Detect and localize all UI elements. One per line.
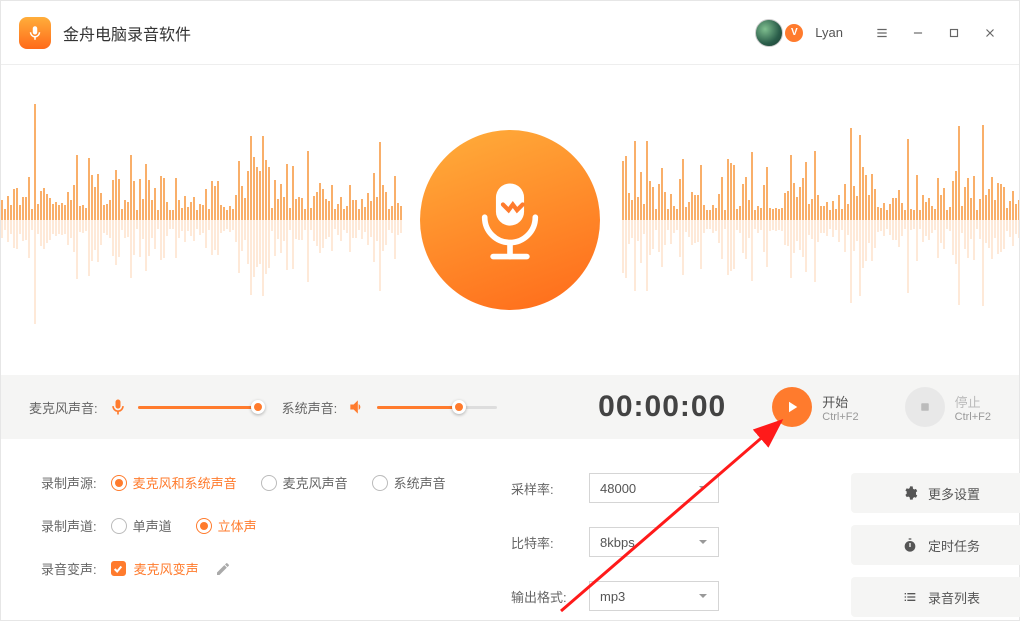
checkbox-mic-fx[interactable]: 麦克风变声 (111, 559, 199, 578)
maximize-icon (947, 26, 961, 40)
timed-task-button[interactable]: 定时任务 (851, 525, 1020, 565)
elapsed-timer: 00:00:00 (598, 390, 726, 424)
microphone-icon (465, 175, 555, 265)
stop-record-label: 停止 (955, 392, 991, 411)
vip-badge: V (785, 24, 803, 42)
record-channel-row: 录制声道: 单声道 立体声 (41, 516, 511, 535)
bitrate-label: 比特率: (511, 533, 575, 552)
radio-label: 立体声 (218, 516, 257, 535)
bitrate-row: 比特率: 8kbps (511, 527, 851, 557)
mic-icon (26, 24, 44, 42)
close-button[interactable] (975, 21, 1005, 45)
app-title: 金舟电脑录音软件 (63, 21, 191, 45)
slider-fill (377, 406, 459, 409)
settings-left-column: 录制声源: 麦克风和系统声音 麦克风声音 系统声音 录制声道: 单声道 (41, 473, 511, 617)
system-level-slider[interactable] (377, 406, 497, 409)
list-icon (902, 589, 918, 605)
record-channel-label: 录制声道: (41, 516, 97, 535)
app-logo (19, 17, 51, 49)
radio-label: 系统声音 (394, 473, 446, 492)
radio-mic-and-system[interactable]: 麦克风和系统声音 (111, 473, 237, 492)
radio-dot (111, 518, 127, 534)
user-name[interactable]: Lyan (815, 25, 843, 40)
select-value: 8kbps (600, 535, 635, 550)
voice-fx-label: 录音变声: (41, 559, 97, 578)
radio-dot (261, 475, 277, 491)
titlebar: 金舟电脑录音软件 V Lyan (1, 1, 1019, 65)
more-settings-button[interactable]: 更多设置 (851, 473, 1020, 513)
record-list-button[interactable]: 录音列表 (851, 577, 1020, 617)
titlebar-right: V Lyan (755, 1, 1005, 64)
record-source-row: 录制声源: 麦克风和系统声音 麦克风声音 系统声音 (41, 473, 511, 492)
chevron-down-icon (698, 589, 708, 604)
stop-icon (905, 387, 945, 427)
radio-label: 麦克风和系统声音 (133, 473, 237, 492)
mic-level-meter: 麦克风声音: (29, 397, 258, 417)
mic-level-slider[interactable] (138, 406, 258, 409)
mic-icon (108, 397, 128, 417)
sample-rate-label: 采样率: (511, 479, 575, 498)
start-record-button[interactable]: 开始 Ctrl+F2 (772, 387, 858, 427)
menu-button[interactable] (867, 21, 897, 45)
hero-visualization (1, 65, 1019, 375)
radio-dot (111, 475, 127, 491)
slider-thumb[interactable] (452, 400, 466, 414)
settings-area: 录制声源: 麦克风和系统声音 麦克风声音 系统声音 录制声道: 单声道 (1, 439, 1019, 617)
speaker-icon (347, 397, 367, 417)
select-value: 48000 (600, 481, 636, 496)
format-select[interactable]: mp3 (589, 581, 719, 611)
close-icon (983, 26, 997, 40)
checkbox-label: 麦克风变声 (134, 559, 199, 578)
radio-mono[interactable]: 单声道 (111, 516, 172, 535)
start-record-label: 开始 (822, 392, 858, 411)
stop-record-shortcut: Ctrl+F2 (955, 411, 991, 423)
start-record-shortcut: Ctrl+F2 (822, 411, 858, 423)
stop-record-text: 停止 Ctrl+F2 (955, 392, 991, 423)
maximize-button[interactable] (939, 21, 969, 45)
mic-level-label: 麦克风声音: (29, 398, 98, 417)
radio-system-only[interactable]: 系统声音 (372, 473, 446, 492)
settings-sidebar: 更多设置 定时任务 录音列表 (851, 473, 1020, 617)
slider-fill (138, 406, 258, 409)
system-level-meter: 系统声音: (282, 397, 498, 417)
minimize-icon (911, 26, 925, 40)
user-avatar[interactable] (755, 19, 783, 47)
stopwatch-icon (902, 537, 918, 553)
minimize-button[interactable] (903, 21, 933, 45)
chevron-down-icon (698, 481, 708, 496)
sidebtn-label: 录音列表 (928, 588, 980, 607)
start-record-text: 开始 Ctrl+F2 (822, 392, 858, 423)
edit-voice-fx-button[interactable] (215, 561, 231, 577)
radio-dot (372, 475, 388, 491)
format-row: 输出格式: mp3 (511, 581, 851, 611)
hero-mic-disc (420, 130, 600, 310)
system-level-label: 系统声音: (282, 398, 338, 417)
slider-thumb[interactable] (251, 400, 265, 414)
format-label: 输出格式: (511, 587, 575, 606)
select-value: mp3 (600, 589, 625, 604)
record-source-label: 录制声源: (41, 473, 97, 492)
pencil-icon (215, 561, 231, 577)
stop-record-button[interactable]: 停止 Ctrl+F2 (905, 387, 991, 427)
menu-icon (875, 26, 889, 40)
play-icon (772, 387, 812, 427)
sample-rate-row: 采样率: 48000 (511, 473, 851, 503)
check-icon (113, 564, 123, 574)
voice-fx-row: 录音变声: 麦克风变声 (41, 559, 511, 578)
gear-icon (902, 485, 918, 501)
settings-middle-column: 采样率: 48000 比特率: 8kbps 输出格式: mp3 (511, 473, 851, 617)
sidebtn-label: 更多设置 (928, 484, 980, 503)
sample-rate-select[interactable]: 48000 (589, 473, 719, 503)
radio-label: 单声道 (133, 516, 172, 535)
checkbox-box (111, 561, 126, 576)
radio-label: 麦克风声音 (283, 473, 348, 492)
chevron-down-icon (698, 535, 708, 550)
bitrate-select[interactable]: 8kbps (589, 527, 719, 557)
radio-stereo[interactable]: 立体声 (196, 516, 257, 535)
control-strip: 麦克风声音: 系统声音: 00:00:00 开始 Ctrl+F2 (1, 375, 1019, 439)
radio-mic-only[interactable]: 麦克风声音 (261, 473, 348, 492)
sidebtn-label: 定时任务 (928, 536, 980, 555)
radio-dot (196, 518, 212, 534)
